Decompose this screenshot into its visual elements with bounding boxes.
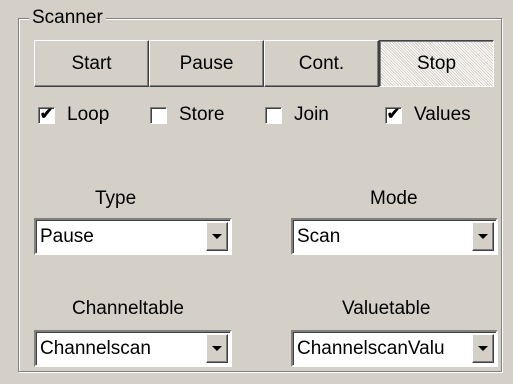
values-check-box[interactable]: ✔ (385, 106, 402, 124)
valuetable-combobox[interactable]: ChannelscanValu (291, 330, 498, 367)
loop-check-box[interactable]: ✔ (38, 106, 55, 124)
type-dropdown-button[interactable] (206, 222, 228, 251)
chevron-down-icon (212, 234, 222, 239)
valuetable-dropdown-button[interactable] (472, 334, 494, 363)
stop-button[interactable]: Stop (379, 40, 494, 87)
loop-label: Loop (67, 104, 110, 125)
channeltable-label: Channeltable (72, 298, 184, 319)
check-mark-icon: ✔ (386, 106, 401, 123)
chevron-down-icon (212, 346, 222, 351)
check-mark-icon: ✔ (39, 106, 54, 123)
valuetable-label: Valuetable (342, 298, 431, 319)
store-check-box[interactable] (150, 106, 167, 124)
continue-button[interactable]: Cont. (264, 40, 379, 87)
scanner-group-title: Scanner (29, 7, 106, 29)
control-button-row: Start Pause Cont. Stop (34, 40, 494, 87)
mode-value: Scan (297, 225, 341, 247)
valuetable-value: ChannelscanValu (297, 337, 445, 359)
mode-dropdown-button[interactable] (472, 222, 494, 251)
join-checkbox[interactable]: Join (265, 104, 329, 126)
join-label: Join (294, 104, 329, 125)
values-label: Values (414, 104, 471, 125)
values-checkbox[interactable]: ✔ Values (385, 104, 471, 126)
type-combobox[interactable]: Pause (34, 218, 232, 255)
channeltable-dropdown-button[interactable] (206, 334, 228, 363)
channeltable-value: Channelscan (40, 337, 151, 359)
pause-button[interactable]: Pause (149, 40, 264, 87)
loop-checkbox[interactable]: ✔ Loop (38, 104, 109, 126)
store-checkbox[interactable]: Store (150, 104, 224, 126)
start-button[interactable]: Start (34, 40, 149, 87)
store-label: Store (179, 104, 225, 125)
chevron-down-icon (478, 346, 488, 351)
chevron-down-icon (478, 234, 488, 239)
mode-combobox[interactable]: Scan (291, 218, 498, 255)
join-check-box[interactable] (265, 106, 282, 124)
mode-label: Mode (370, 188, 418, 209)
type-value: Pause (40, 225, 94, 247)
channeltable-combobox[interactable]: Channelscan (34, 330, 232, 367)
type-label: Type (95, 188, 137, 209)
